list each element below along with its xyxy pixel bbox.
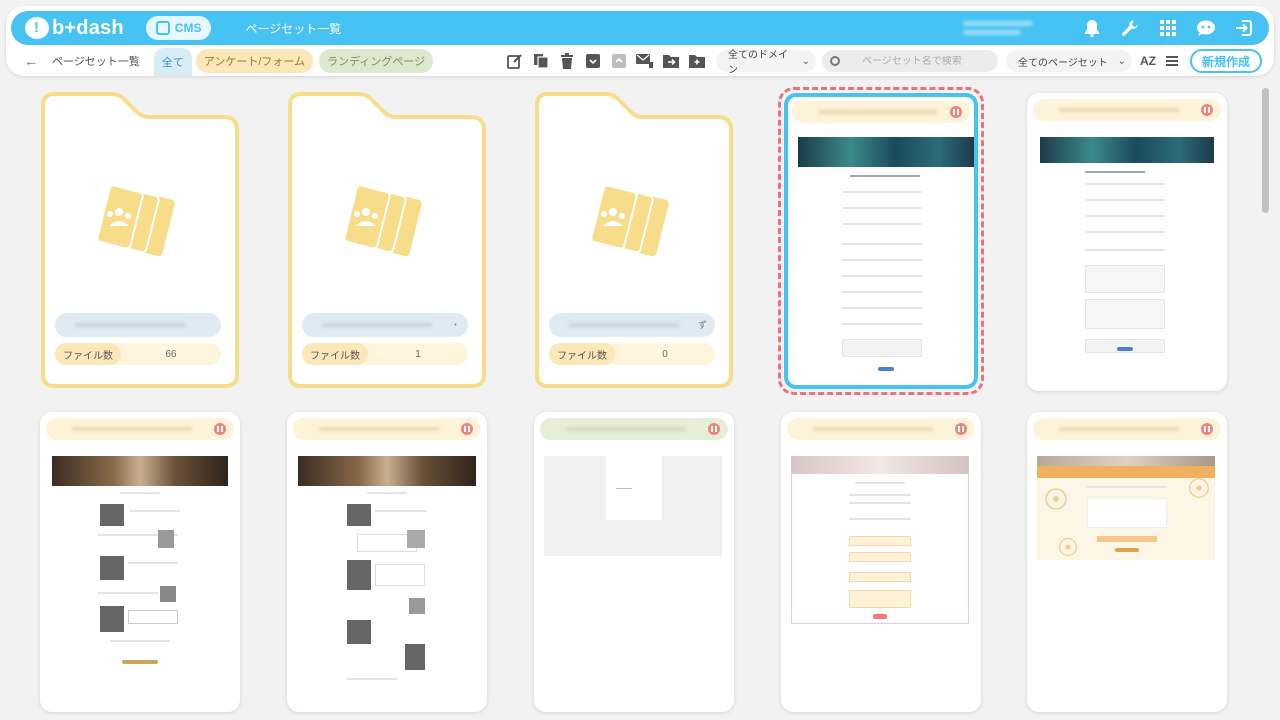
folder-name-blurred [55,313,221,337]
pause-status-icon[interactable] [1201,104,1213,116]
search-input[interactable] [861,55,992,67]
add-folder-icon[interactable] [684,49,710,73]
app-logo[interactable]: b+dash [25,11,124,45]
search-box[interactable] [821,50,998,72]
folder-stack-icon [97,186,175,256]
user-info-blurred [963,18,1045,38]
page-thumbnail [791,456,971,626]
page-name-blurred [1033,418,1221,440]
move-folder-icon[interactable] [658,49,684,73]
logo-icon [25,17,49,39]
domain-select-value: 全てのドメイン [727,50,788,76]
grid-icon[interactable] [1149,11,1187,45]
page-card-selected[interactable] [784,93,978,389]
thumbnail-center-block [606,456,662,520]
page-thumbnail [50,448,230,698]
tab-landing-page[interactable]: ランディングページ [319,49,434,73]
thumbnail-banner [52,456,228,486]
file-count-row: ファイル数 66 [55,343,221,365]
toolbar: ← ページセット一覧 全て アンケート/フォーム ランディングページ 全てのドメ… [6,46,1274,76]
cms-button[interactable]: CMS [145,16,212,40]
file-count-row: ファイル数 1 [302,343,468,365]
flower-decoration-icon [1045,488,1067,510]
archive-icon[interactable] [580,49,606,73]
folder-name-blurred: ず [549,313,715,337]
page-card[interactable] [1027,412,1227,712]
chevron-down-icon: ⌄ [801,55,810,67]
pageset-select-value: 全てのページセット [1017,57,1108,69]
page-name-blurred [540,418,728,440]
file-count-label: ファイル数 [55,343,121,365]
file-count-value: 0 [662,348,668,360]
page-name-blurred [293,418,481,440]
mail-icon[interactable] [632,49,658,73]
thumbnail-banner [798,137,974,167]
logout-icon[interactable] [1225,11,1263,45]
page-thumbnail [1037,129,1217,369]
file-count-label: ファイル数 [549,343,615,365]
breadcrumb[interactable]: ページセット一覧 [52,53,140,69]
chat-bot-icon[interactable] [1187,11,1225,45]
flower-decoration-icon [1189,478,1209,498]
page-thumbnail [544,456,724,556]
page-name-blurred [1033,99,1221,121]
page-card[interactable] [287,412,487,712]
chevron-down-icon: ⌄ [1117,55,1126,67]
domain-select[interactable]: 全てのドメイン ⌄ [715,50,816,76]
top-bar: b+dash CMS ページセット一覧 [11,11,1269,45]
folder-stack-icon [591,186,669,256]
wrench-icon[interactable] [1111,11,1149,45]
tab-all[interactable]: 全て [153,48,192,76]
trash-icon[interactable] [554,49,580,73]
logo-text: b+dash [52,16,124,39]
thumbnail-banner [1040,137,1214,163]
page-card[interactable] [781,412,981,712]
pause-status-icon[interactable] [955,423,967,435]
pause-status-icon[interactable] [708,423,720,435]
page-title: ページセット一覧 [245,21,342,36]
page-thumbnail [297,448,477,698]
page-card[interactable] [40,412,240,712]
list-view-icon[interactable] [1165,56,1178,66]
cms-label: CMS [174,21,202,35]
page-card[interactable] [534,412,734,712]
file-count-value: 66 [165,348,177,360]
page-thumbnail [1037,456,1217,566]
folder-card[interactable]: ・ ファイル数 1 [287,91,487,389]
pause-status-icon[interactable] [1201,423,1213,435]
pause-status-icon[interactable] [214,423,226,435]
page-card[interactable] [1027,93,1227,391]
vertical-scrollbar[interactable] [1262,88,1269,213]
bell-icon[interactable] [1073,11,1111,45]
unarchive-icon[interactable] [606,49,632,73]
folder-name-suffix: ・ [450,320,460,330]
folder-card[interactable]: ファイル数 66 [40,91,240,389]
file-count-label: ファイル数 [302,343,368,365]
thumbnail-banner [298,456,476,486]
sort-az-icon[interactable]: AZ [1140,54,1156,68]
folder-card[interactable]: ず ファイル数 0 [534,91,734,389]
pause-status-icon[interactable] [950,106,962,118]
folder-name-blurred: ・ [302,313,468,337]
pageset-select[interactable]: 全てのページセット ⌄ [1005,50,1132,72]
new-create-button[interactable]: 新規作成 [1189,49,1262,73]
flower-decoration-icon [1058,537,1078,557]
pause-status-icon[interactable] [461,423,473,435]
page-name-blurred [792,101,970,123]
folder-name-suffix: ず [697,320,707,330]
edit-note-icon [155,21,170,35]
copy-icon[interactable] [528,49,554,73]
file-count-row: ファイル数 0 [549,343,715,365]
folder-stack-icon [344,186,422,256]
app-header: b+dash CMS ページセット一覧 ← [6,6,1274,76]
file-count-value: 1 [415,348,421,360]
tab-survey-form[interactable]: アンケート/フォーム [195,49,314,73]
page-name-blurred [787,418,975,440]
search-icon [829,56,840,66]
edit-icon[interactable] [502,49,528,73]
page-thumbnail [798,133,974,373]
page-name-blurred [46,418,234,440]
back-arrow-icon[interactable]: ← [24,53,40,69]
